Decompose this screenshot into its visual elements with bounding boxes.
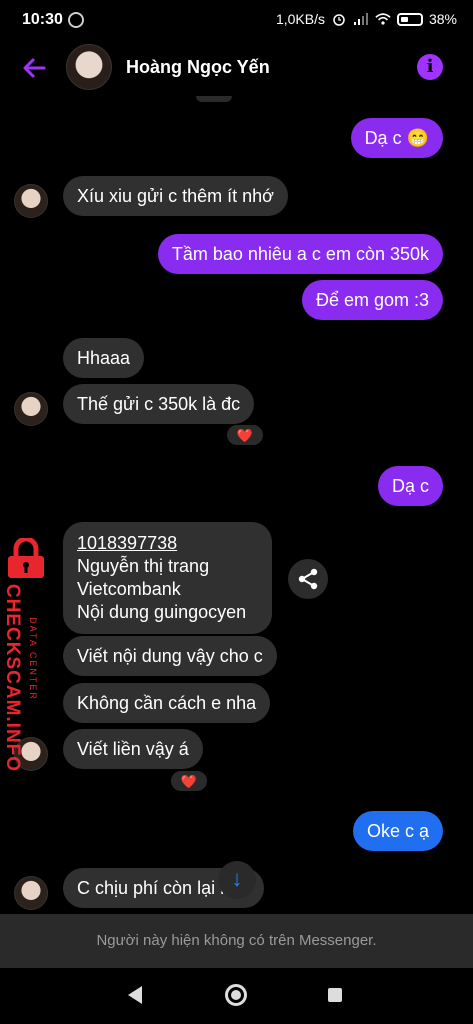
conversation-header: Hoàng Ngọc Yến i [0, 40, 473, 96]
avatar [14, 876, 48, 910]
battery-icon [396, 12, 423, 26]
contact-name[interactable]: Hoàng Ngọc Yến [126, 57, 270, 78]
nav-back-icon[interactable] [128, 986, 142, 1004]
network-speed: 1,0KB/s [275, 11, 325, 27]
contact-avatar[interactable] [66, 44, 112, 90]
message-incoming[interactable]: Xíu xiu gửi c thêm ít nhớ [63, 176, 288, 216]
nav-recents-icon[interactable] [328, 988, 342, 1002]
heart-reaction[interactable]: ❤️ [170, 770, 208, 792]
battery-percent: 38% [428, 11, 457, 27]
lock-icon [8, 538, 44, 578]
message-outgoing[interactable]: Oke c ạ [352, 811, 443, 851]
message-outgoing[interactable]: Dạ c [377, 466, 443, 506]
message-incoming-bank-info[interactable]: 1018397738 Nguyễn thị trang Vietcombank … [63, 522, 272, 634]
message-incoming[interactable]: Thế gửi c 350k là đc [63, 384, 255, 424]
alarm-icon [333, 14, 345, 26]
message-incoming[interactable]: Hhaaa [63, 338, 145, 378]
heart-reaction[interactable]: ❤️ [226, 424, 264, 446]
signal-icon [353, 13, 368, 25]
message-outgoing[interactable]: Tầm bao nhiêu a c em còn 350k [157, 234, 443, 274]
unavailable-notice: Người này hiện không có trên Messenger. [0, 914, 473, 968]
sync-icon [68, 12, 84, 28]
scroll-down-button[interactable]: ↓ [218, 861, 256, 899]
message-outgoing[interactable]: Dạ c 😁 [350, 118, 443, 158]
watermark-tagline: DATA CENTER [28, 617, 38, 701]
status-time: 10:30 [22, 11, 63, 28]
system-navigation-bar [0, 968, 473, 1024]
transfer-note: Nội dung guingocyen [77, 602, 247, 622]
nav-home-icon[interactable] [225, 984, 247, 1006]
share-icon[interactable] [288, 559, 328, 599]
status-bar: 10:30 1,0KB/s 38% [0, 0, 473, 40]
status-right: 1,0KB/s 38% [276, 11, 457, 27]
message-incoming[interactable]: Viết nội dung vậy cho c [63, 636, 277, 676]
avatar [14, 184, 48, 218]
arrow-down-icon: ↓ [231, 866, 243, 891]
watermark: DATA CENTER CHECKSCAM.INFO [0, 534, 52, 772]
clipped-reaction [196, 96, 232, 102]
message-outgoing[interactable]: Để em gom :3 [301, 280, 443, 320]
message-incoming[interactable]: Không cần cách e nha [63, 683, 271, 723]
wifi-icon [375, 13, 391, 25]
info-icon[interactable]: i [417, 54, 443, 80]
watermark-brand: CHECKSCAM.INFO [2, 583, 23, 773]
message-list[interactable]: Dạ c 😁 Xíu xiu gửi c thêm ít nhớ Tầm bao… [0, 96, 473, 914]
account-holder: Nguyễn thị trang [77, 556, 210, 576]
account-number-link[interactable]: 1018397738 [77, 532, 258, 555]
avatar [14, 392, 48, 426]
message-incoming[interactable]: Viết liền vậy á [63, 729, 203, 769]
back-arrow-icon[interactable] [20, 54, 48, 82]
bank-name: Vietcombank [77, 579, 181, 599]
